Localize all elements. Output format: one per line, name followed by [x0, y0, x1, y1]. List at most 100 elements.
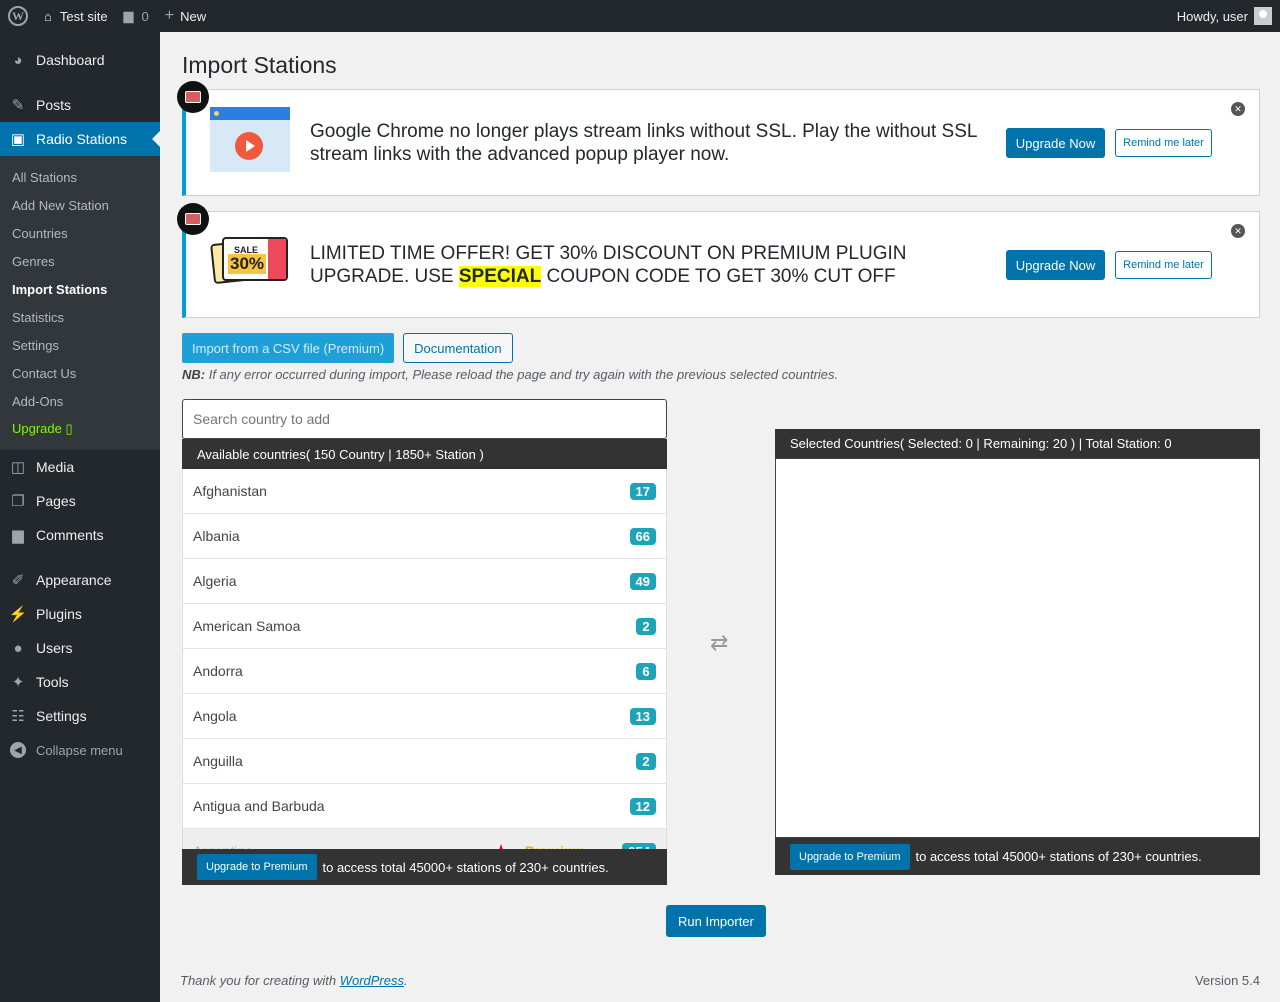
wordpress-logo-icon[interactable]: W [0, 0, 36, 32]
selected-country-list[interactable] [775, 458, 1260, 838]
sliders-icon: ☷ [11, 708, 25, 725]
wordpress-link[interactable]: WordPress [340, 973, 404, 988]
sidebar-item-posts[interactable]: ✎ Posts [0, 88, 160, 122]
new-label: New [180, 8, 207, 24]
submenu-add-new-station[interactable]: Add New Station [0, 191, 160, 219]
station-count-badge: 66 [629, 527, 656, 545]
sidebar-item-pages[interactable]: ❐ Pages [0, 484, 160, 518]
sidebar-item-label: Pages [36, 493, 76, 509]
station-count-badge: 12 [629, 797, 656, 815]
admin-bar: W ⌂ Test site ▆ 0 + New Howdy, user [0, 0, 1280, 32]
browser-play-illustration-icon [210, 107, 290, 172]
collapse-menu-label: Collapse menu [36, 742, 123, 758]
site-name-link[interactable]: ⌂ Test site [36, 0, 116, 32]
collapse-arrow-icon: ◀ [10, 742, 26, 758]
main-content: Import Stations Google Chrome no longer … [177, 32, 1260, 937]
upgrade-now-button[interactable]: Upgrade Now [1006, 128, 1105, 158]
submenu-contact-us[interactable]: Contact Us [0, 359, 160, 387]
submenu-genres[interactable]: Genres [0, 247, 160, 275]
pin-icon: ✎ [11, 97, 25, 114]
comments-link[interactable]: ▆ 0 [116, 0, 157, 32]
country-name: Antigua and Barbuda [193, 798, 325, 814]
howdy-text: Howdy, user [1176, 8, 1248, 24]
country-row[interactable]: Albania 66 [183, 514, 666, 559]
sidebar-item-appearance[interactable]: ✐ Appearance [0, 563, 160, 597]
sidebar-item-label: Plugins [36, 606, 82, 622]
sidebar-item-tools[interactable]: ✦ Tools [0, 665, 160, 699]
user-account-menu[interactable]: Howdy, user [1169, 0, 1280, 32]
site-name: Test site [59, 8, 108, 24]
sidebar-item-comments[interactable]: ▆ Comments [0, 518, 160, 552]
sidebar-item-media[interactable]: ◫ Media [0, 450, 160, 484]
country-name: Anguilla [193, 753, 243, 769]
selected-countries-header: Selected Countries( Selected: 0 | Remain… [775, 429, 1260, 458]
swap-arrows-icon: ⇄ [710, 630, 729, 655]
plus-icon: + [164, 7, 175, 24]
upgrade-now-button[interactable]: Upgrade Now [1006, 250, 1105, 280]
sidebar-item-label: Media [36, 459, 75, 475]
sidebar-item-radio-stations[interactable]: ▣ Radio Stations [0, 122, 160, 156]
country-name: Andorra [193, 663, 243, 679]
submenu-all-stations[interactable]: All Stations [0, 163, 160, 191]
country-name: Albania [193, 528, 240, 544]
sidebar-item-settings[interactable]: ☷ Settings [0, 699, 160, 733]
import-actions: Import from a CSV file (Premium) Documen… [182, 333, 513, 363]
close-icon[interactable]: ✕ [1231, 102, 1245, 116]
import-csv-button[interactable]: Import from a CSV file (Premium) [182, 333, 395, 363]
station-count-badge: 49 [629, 572, 656, 590]
run-importer-button[interactable]: Run Importer [666, 905, 766, 937]
submenu-add-ons[interactable]: Add-Ons [0, 387, 160, 415]
country-name: American Samoa [193, 618, 301, 634]
country-row[interactable]: American Samoa 2 [183, 604, 666, 649]
documentation-button[interactable]: Documentation [403, 333, 513, 363]
premium-star-icon: ★ [493, 841, 509, 850]
sidebar-item-label: Dashboard [36, 52, 105, 68]
sidebar-item-dashboard[interactable]: ◕ Dashboard [0, 43, 160, 77]
station-count-badge: 13 [629, 707, 656, 725]
selected-footer: Upgrade to Premium to access total 45000… [775, 838, 1260, 875]
sidebar-item-users[interactable]: ● Users [0, 631, 160, 665]
sale-ticket-illustration-icon: SALE 30% [210, 229, 290, 294]
country-name: Argentina [193, 843, 253, 849]
available-countries-header: Available countries( 150 Country | 1850+… [182, 439, 667, 469]
sidebar-item-label: Tools [36, 674, 69, 690]
media-icon: ◫ [10, 459, 26, 476]
new-content-link[interactable]: + New [157, 0, 214, 32]
country-row[interactable]: Afghanistan 17 [183, 469, 666, 514]
sidebar-item-plugins[interactable]: ⚡ Plugins [0, 597, 160, 631]
country-row[interactable]: Argentina ★ Premium 954 [183, 829, 666, 849]
upgrade-to-premium-button[interactable]: Upgrade to Premium [197, 854, 317, 880]
country-list[interactable]: Afghanistan 17 Albania 66 Algeria 49 American … [182, 469, 667, 849]
country-row[interactable]: Andorra 6 [183, 649, 666, 694]
station-count-badge: 2 [636, 752, 656, 770]
submenu-import-stations[interactable]: Import Stations [0, 275, 160, 303]
page-title: Import Stations [182, 52, 337, 78]
pages-icon: ❐ [11, 493, 25, 510]
close-icon[interactable]: ✕ [1231, 224, 1245, 238]
country-row[interactable]: Algeria 49 [183, 559, 666, 604]
country-row[interactable]: Angola 13 [183, 694, 666, 739]
dashboard-icon: ◕ [13, 51, 23, 69]
country-search-input[interactable]: Search country to add [182, 399, 667, 439]
collapse-menu-button[interactable]: ◀ Collapse menu [0, 733, 160, 767]
premium-note: to access total 45000+ stations of 230+ … [915, 849, 1202, 864]
submenu-countries[interactable]: Countries [0, 219, 160, 247]
radio-icon: ▣ [10, 131, 26, 148]
radio-badge-icon [177, 203, 209, 235]
sidebar-item-label: Appearance [36, 572, 112, 588]
country-row[interactable]: Anguilla 2 [183, 739, 666, 784]
submenu-statistics[interactable]: Statistics [0, 303, 160, 331]
station-count-badge: 17 [629, 482, 656, 500]
country-row[interactable]: Antigua and Barbuda 12 [183, 784, 666, 829]
upgrade-to-premium-button[interactable]: Upgrade to Premium [790, 843, 910, 870]
user-icon: ● [13, 639, 23, 657]
submenu-upgrade[interactable]: Upgrade ▯ [0, 415, 160, 443]
sidebar-item-label: Radio Stations [36, 131, 128, 147]
sale-percent: 30% [228, 254, 267, 274]
submenu-settings[interactable]: Settings [0, 331, 160, 359]
wrench-icon: ✦ [11, 674, 25, 691]
avatar [1254, 7, 1272, 25]
remind-later-button[interactable]: Remind me later [1115, 129, 1212, 157]
selected-countries-panel: Selected Countries( Selected: 0 | Remain… [775, 429, 1260, 875]
remind-later-button[interactable]: Remind me later [1115, 251, 1212, 279]
